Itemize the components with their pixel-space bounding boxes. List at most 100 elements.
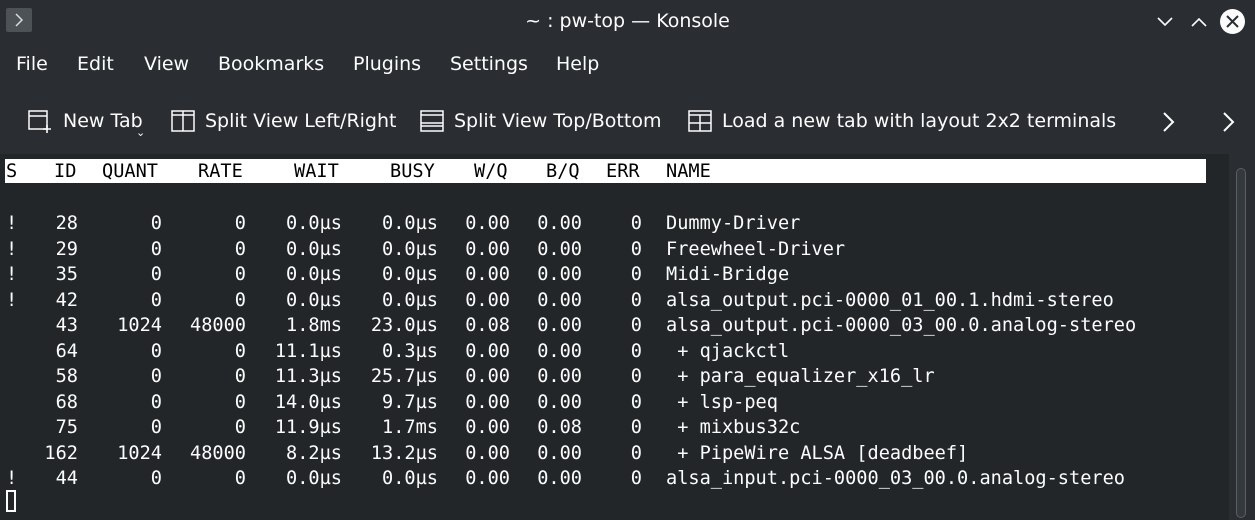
chevron-down-icon: [1157, 17, 1173, 27]
cell-busy: 0.0µs: [382, 468, 438, 489]
new-tab-dropdown-icon[interactable]: ⌄: [136, 126, 145, 139]
scrollbar-thumb[interactable]: [1236, 168, 1246, 518]
table-row: 162 1024 48000 8.2µs 13.2µs 0.00 0.00 0 + PipeW…: [0, 441, 1220, 467]
cell-id: 28: [55, 213, 78, 234]
table-row: ! 29 0 0 0.0µs 0.0µs 0.00 0.00 0 Freewheel-Driver: [0, 237, 1220, 263]
menu-edit[interactable]: Edit: [77, 53, 114, 75]
cell-quant: 0: [150, 417, 162, 438]
header-bq: B/Q: [546, 161, 580, 182]
header-wq: W/Q: [474, 161, 508, 182]
cell-wq: 0.00: [465, 213, 510, 234]
cell-status: !: [6, 289, 18, 311]
close-button[interactable]: [1220, 9, 1245, 34]
header-busy: BUSY: [390, 161, 435, 182]
table-row: 64 0 0 11.1µs 0.3µs 0.00 0.00 0 + qjackctl: [0, 339, 1220, 365]
cell-rate: 0: [234, 340, 246, 362]
cell-bq: 0.00: [537, 213, 582, 234]
cell-rate: 0: [234, 264, 246, 285]
cell-id: 35: [55, 264, 78, 285]
cell-wq: 0.00: [465, 289, 510, 311]
cell-name: Freewheel-Driver: [666, 238, 846, 260]
cell-wait: 0.0µs: [286, 238, 342, 260]
cell-busy: 25.7µs: [370, 366, 438, 387]
new-tab-button[interactable]: New Tab: [27, 102, 143, 140]
cell-wq: 0.00: [465, 417, 510, 438]
new-tab-icon: [28, 110, 51, 133]
cell-status: !: [6, 213, 18, 234]
split-top-bottom-button[interactable]: Split View Top/Bottom: [420, 102, 661, 140]
split-horizontal-icon: [420, 110, 444, 132]
cell-quant: 0: [150, 238, 162, 260]
cell-bq: 0.00: [537, 238, 582, 260]
cell-busy: 0.0µs: [382, 213, 438, 234]
cell-id: 29: [55, 238, 78, 260]
cell-bq: 0.00: [537, 289, 582, 311]
cell-wq: 0.00: [465, 238, 510, 260]
cell-wq: 0.00: [465, 442, 510, 464]
maximize-button[interactable]: [1186, 9, 1212, 35]
cell-quant: 1024: [117, 442, 162, 464]
cell-id: 68: [55, 391, 78, 413]
cell-name: alsa_output.pci-0000_01_00.1.hdmi-stereo: [666, 289, 1114, 311]
cell-err: 0: [630, 213, 642, 234]
cell-quant: 0: [150, 289, 162, 311]
minimize-button[interactable]: [1152, 9, 1178, 35]
cell-wq: 0.08: [465, 315, 510, 336]
terminal-view[interactable]: S ID QUANT RATE WAIT BUSY W/Q B/Q ERR NA…: [0, 154, 1229, 520]
new-tab-label: New Tab: [63, 110, 143, 132]
menu-settings[interactable]: Settings: [450, 53, 528, 75]
cell-id: 43: [55, 315, 78, 336]
split-left-right-button[interactable]: Split View Left/Right: [171, 102, 396, 140]
terminal-scrollbar[interactable]: [1229, 154, 1255, 520]
cell-busy: 0.3µs: [382, 340, 438, 362]
window-title: ~ : pw-top — Konsole: [525, 10, 730, 32]
toolbar-overflow-chevron-icon[interactable]: [1157, 104, 1181, 140]
menu-bookmarks[interactable]: Bookmarks: [218, 53, 324, 75]
chevron-up-icon: [1191, 17, 1207, 27]
cell-busy: 13.2µs: [370, 442, 438, 464]
cell-bq: 0.00: [537, 340, 582, 362]
cell-name: + qjackctl: [666, 340, 790, 362]
menu-bar: File Edit View Bookmarks Plugins Setting…: [0, 44, 1255, 88]
toolbar: New Tab ⌄ Split View Left/Right Split Vi…: [0, 96, 1255, 148]
cell-name: + PipeWire ALSA [deadbeef]: [666, 442, 969, 464]
cell-err: 0: [630, 238, 642, 260]
cell-bq: 0.00: [537, 264, 582, 285]
cell-wait: 11.1µs: [274, 340, 342, 362]
cell-bq: 0.00: [537, 391, 582, 413]
cell-wq: 0.00: [465, 264, 510, 285]
cell-busy: 0.0µs: [382, 289, 438, 311]
header-id: ID: [54, 161, 77, 182]
cell-wait: 0.0µs: [286, 213, 342, 234]
cell-busy: 1.7ms: [382, 417, 438, 438]
cell-id: 58: [55, 366, 78, 387]
menu-help[interactable]: Help: [556, 53, 599, 75]
cell-err: 0: [630, 391, 642, 413]
cell-id: 64: [55, 340, 78, 362]
cell-bq: 0.00: [537, 315, 582, 336]
table-row: ! 44 0 0 0.0µs 0.0µs 0.00 0.00 0 alsa_input.pci-0…: [0, 466, 1220, 492]
cell-name: + mixbus32c: [666, 417, 801, 438]
menu-view[interactable]: View: [144, 53, 189, 75]
close-icon: [1226, 15, 1239, 28]
cell-busy: 23.0µs: [370, 315, 438, 336]
cell-quant: 1024: [117, 315, 162, 336]
cell-err: 0: [630, 366, 642, 387]
split-vertical-icon: [171, 110, 195, 132]
cell-wait: 14.0µs: [274, 391, 342, 413]
terminal-cursor: [6, 490, 16, 512]
cell-err: 0: [630, 264, 642, 285]
load-layout-2x2-button[interactable]: Load a new tab with layout 2x2 terminals: [688, 102, 1116, 140]
cell-rate: 48000: [190, 315, 246, 336]
cell-quant: 0: [150, 468, 162, 489]
cell-rate: 0: [234, 391, 246, 413]
split-left-right-label: Split View Left/Right: [205, 110, 397, 132]
toolbar-scroll-right-chevron-icon[interactable]: [1217, 104, 1241, 140]
cell-wq: 0.00: [465, 340, 510, 362]
menu-plugins[interactable]: Plugins: [353, 53, 421, 75]
table-row: 58 0 0 11.3µs 25.7µs 0.00 0.00 0 + para_equaliz…: [0, 364, 1220, 390]
menu-file[interactable]: File: [16, 53, 48, 75]
cell-wait: 0.0µs: [286, 468, 342, 489]
cell-bq: 0.00: [537, 468, 582, 489]
split-top-bottom-label: Split View Top/Bottom: [454, 110, 662, 132]
